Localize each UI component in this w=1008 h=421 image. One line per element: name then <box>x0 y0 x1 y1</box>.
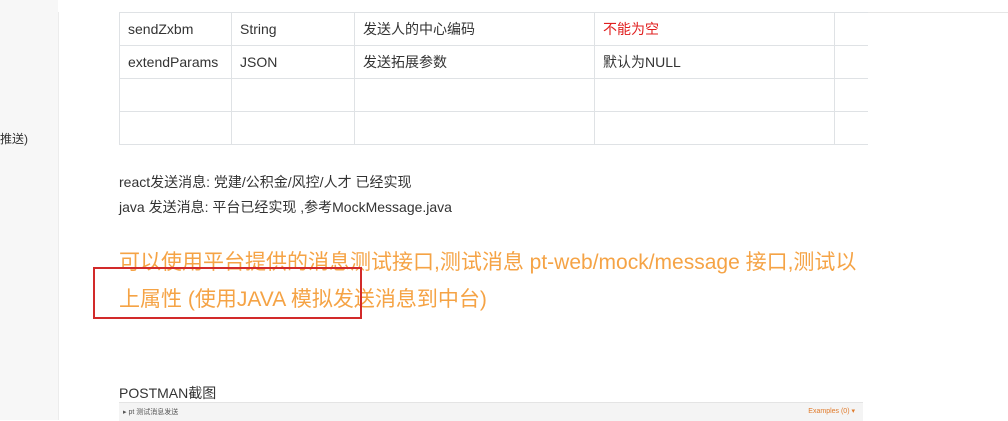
table-cell <box>119 111 232 145</box>
table-row: extendParams JSON 发送拓展参数 默认为NULL <box>119 45 868 79</box>
params-table: sendZxbm String 发送人的中心编码 不能为空 extendPara… <box>119 12 868 145</box>
table-cell <box>119 78 232 112</box>
left-sidebar: 推送) <box>0 0 59 420</box>
postman-screenshot: ▸ pt 测试消息发送 Examples (0) ▾ <box>119 402 863 421</box>
table-cell-required: 不能为空 <box>594 12 835 46</box>
table-cell <box>354 111 595 145</box>
top-strip <box>58 0 1008 12</box>
table-cell <box>834 111 868 145</box>
table-cell: extendParams <box>119 45 232 79</box>
table-cell <box>834 78 868 112</box>
table-cell <box>594 111 835 145</box>
table-cell: 发送人的中心编码 <box>354 12 595 46</box>
table-cell: sendZxbm <box>119 12 232 46</box>
table-row: sendZxbm String 发送人的中心编码 不能为空 <box>119 12 868 46</box>
java-note: java 发送消息: 平台已经实现 ,参考MockMessage.java <box>119 199 452 215</box>
table-cell <box>594 78 835 112</box>
table-row <box>119 78 868 112</box>
table-cell: JSON <box>231 45 355 79</box>
table-cell <box>834 45 868 79</box>
postman-request-title: ▸ pt 测试消息发送 <box>123 409 179 416</box>
table-cell <box>354 78 595 112</box>
table-cell <box>231 78 355 112</box>
postman-examples-link[interactable]: Examples (0) ▾ <box>808 407 855 415</box>
table-cell <box>834 12 868 46</box>
sidebar-text-fragment: 推送) <box>0 132 28 146</box>
divider <box>868 12 1008 13</box>
table-cell: 发送拓展参数 <box>354 45 595 79</box>
annotation-box <box>93 267 362 319</box>
react-note: react发送消息: 党建/公积金/风控/人才 已经实现 <box>119 174 412 190</box>
table-cell: String <box>231 12 355 46</box>
table-cell: 默认为NULL <box>594 45 835 79</box>
table-cell <box>231 111 355 145</box>
postman-label: POSTMAN截图 <box>119 385 217 401</box>
table-row <box>119 111 868 145</box>
